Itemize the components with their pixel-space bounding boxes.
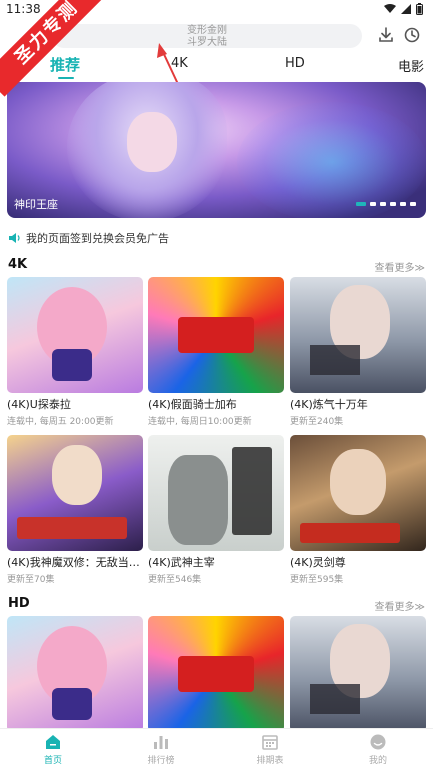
banner-carousel[interactable]: 神印王座 [7, 82, 426, 218]
calendar-icon [262, 735, 278, 750]
carousel-dot[interactable] [400, 202, 406, 206]
nav-label: 排期表 [256, 756, 284, 766]
video-card[interactable]: (4K)假面骑士加布 连载中, 每周日10:00更新 [148, 277, 284, 427]
video-card[interactable] [290, 616, 426, 732]
notice-bar[interactable]: 我的页面签到兑换会员免广告 [8, 229, 169, 247]
tab-4k[interactable]: 4K [171, 56, 188, 71]
tab-hd[interactable]: HD [285, 56, 305, 71]
carousel-indicator [356, 202, 416, 206]
card-title: (4K)灵剑尊 [290, 556, 346, 569]
banner-art-face [127, 112, 177, 172]
poster-image [148, 277, 284, 393]
card-title: (4K)假面骑士加布 [148, 398, 237, 411]
card-title: (4K)武神主宰 [148, 556, 215, 569]
carousel-dot[interactable] [390, 202, 396, 206]
speaker-icon [9, 233, 20, 243]
bottom-nav: 首页 排行榜 排期表 我的 [0, 728, 433, 770]
poster-image [7, 616, 143, 732]
poster-image [148, 616, 284, 732]
section-title-4k: 4K [8, 257, 28, 272]
poster-image [7, 435, 143, 551]
card-subtitle: 更新至70集 [7, 575, 55, 585]
carousel-dot[interactable] [410, 202, 416, 206]
nav-ranking[interactable]: 排行榜 [131, 733, 191, 766]
carousel-dot[interactable] [370, 202, 376, 206]
nav-profile[interactable]: 我的 [348, 733, 408, 766]
video-card[interactable]: (4K)U探泰拉 连载中, 每周五 20:00更新 [7, 277, 143, 427]
see-more-4k-link[interactable]: 查看更多≫ [375, 259, 425, 274]
category-tabs: 推荐 4K HD 电影 [0, 52, 433, 80]
video-card[interactable]: (4K)武神主宰 更新至546集 [148, 435, 284, 585]
card-subtitle: 更新至595集 [290, 575, 344, 585]
video-card[interactable]: (4K)灵剑尊 更新至595集 [290, 435, 426, 585]
card-subtitle: 连载中, 每周五 20:00更新 [7, 417, 114, 427]
card-title: (4K)U探泰拉 [7, 398, 71, 411]
profile-icon [370, 734, 386, 750]
nav-schedule[interactable]: 排期表 [240, 733, 300, 766]
video-card[interactable]: (4K)我神魔双修：无敌当世... 更新至70集 [7, 435, 143, 585]
nav-home[interactable]: 首页 [23, 733, 83, 766]
active-tab-indicator [58, 77, 74, 79]
card-title: (4K)炼气十万年 [290, 398, 368, 411]
tab-recommend[interactable]: 推荐 [50, 54, 80, 75]
section-title-hd: HD [8, 596, 30, 611]
banner-caption: 神印王座 [14, 198, 58, 211]
banner-art [237, 102, 426, 218]
home-icon [46, 735, 60, 749]
video-card[interactable] [7, 616, 143, 732]
card-subtitle: 更新至240集 [290, 417, 344, 427]
nav-label: 我的 [368, 756, 387, 766]
card-subtitle: 更新至546集 [148, 575, 202, 585]
nav-label: 首页 [43, 756, 62, 766]
tab-movie[interactable]: 电影 [398, 56, 424, 75]
video-card[interactable] [148, 616, 284, 732]
nav-label: 排行榜 [147, 756, 175, 766]
poster-image [290, 435, 426, 551]
poster-image [290, 277, 426, 393]
video-card[interactable]: (4K)炼气十万年 更新至240集 [290, 277, 426, 427]
carousel-dot[interactable] [380, 202, 386, 206]
card-subtitle: 连载中, 每周日10:00更新 [148, 417, 252, 427]
poster-image [148, 435, 284, 551]
card-title: (4K)我神魔双修：无敌当世... [7, 556, 143, 569]
poster-image [290, 616, 426, 732]
poster-image [7, 277, 143, 393]
carousel-dot[interactable] [356, 202, 366, 206]
chart-icon [154, 736, 168, 749]
notice-text: 我的页面签到兑换会员免广告 [26, 232, 169, 245]
see-more-hd-link[interactable]: 查看更多≫ [375, 598, 425, 613]
